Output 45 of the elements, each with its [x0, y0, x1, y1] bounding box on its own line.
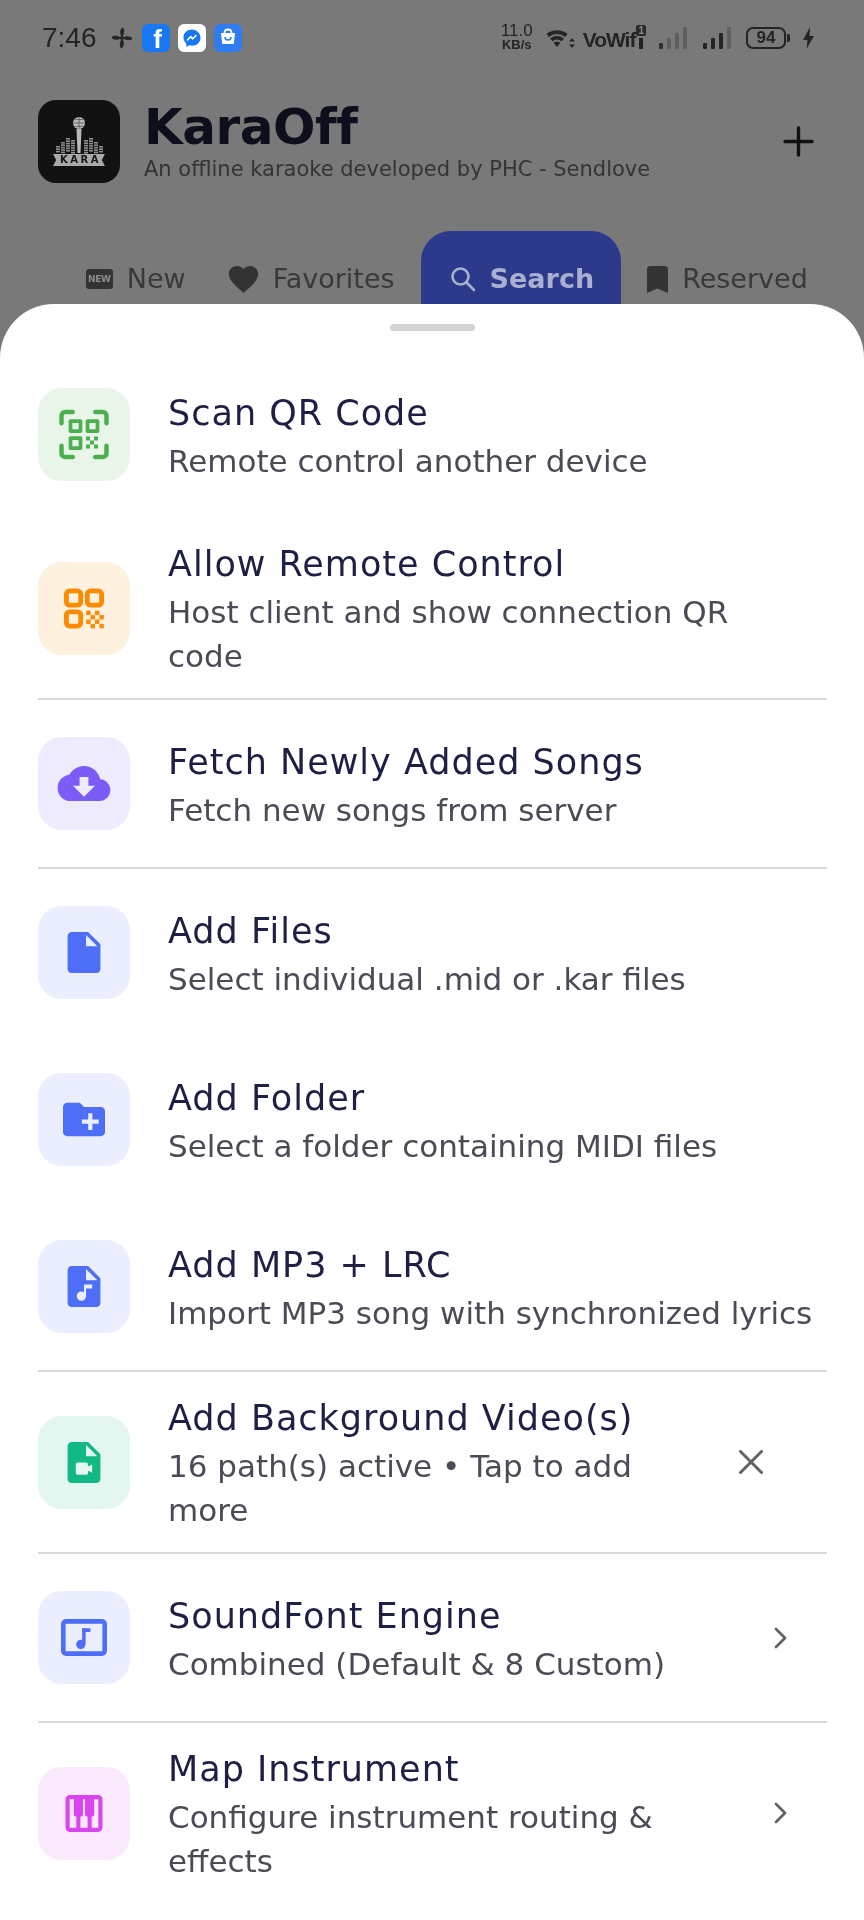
- menu-item-title: Add MP3 + LRC: [168, 1243, 453, 1287]
- menu-item-description: Select a folder containing MIDI files: [168, 1126, 719, 1166]
- menu-item-title: Fetch Newly Added Songs: [168, 740, 645, 784]
- menu-item-description: Configure instrument routing & effects: [168, 1798, 654, 1881]
- close-icon[interactable]: [739, 1450, 763, 1474]
- menu-item-title: Allow Remote Control: [168, 543, 567, 586]
- network-speed-unit: KB/s: [501, 38, 532, 52]
- menu-item-description: Import MP3 song with synchronized lyrics: [168, 1293, 814, 1333]
- network-speed-value: 11.0: [500, 24, 533, 38]
- menu-item-description: Host client and show connection QR code: [168, 593, 730, 676]
- tab[interactable]: Favorites: [211, 231, 411, 304]
- signal-icon: [702, 27, 734, 49]
- tab[interactable]: Reserved: [631, 231, 824, 304]
- menu-item-title: SoundFont Engine: [168, 1594, 503, 1638]
- fan-icon: [109, 26, 134, 50]
- menu-item-description: Combined (Default & 8 Custom): [168, 1644, 667, 1684]
- drag-handle[interactable]: [389, 324, 475, 331]
- clock-time: 7:46: [42, 22, 97, 54]
- wifi-calling-label: VoWif: [582, 27, 636, 52]
- logo-label: KARA: [53, 154, 105, 166]
- chat-app-icon: [177, 24, 206, 52]
- menu-item-description: Select individual .mid or .kar files: [168, 959, 687, 999]
- bag-app-icon: [213, 24, 242, 52]
- signal-icon: [658, 27, 690, 49]
- menu-item-description: Fetch new songs from server: [168, 790, 618, 830]
- app-subtitle: An offline karaoke developed by PHC - Sendlove: [144, 156, 651, 183]
- charging-icon: [802, 27, 815, 49]
- tab[interactable]: Search: [420, 231, 622, 304]
- new-badge: NEW: [86, 269, 113, 289]
- menu-item-description: Remote control another device: [168, 441, 649, 481]
- search-icon: [449, 266, 476, 292]
- menu-item-title: Scan QR Code: [168, 391, 430, 435]
- letter-app-icon: f: [141, 24, 170, 52]
- app-title: KaraOff: [144, 99, 360, 155]
- menu-item-title: Add Background Video(s): [168, 1397, 635, 1440]
- tab[interactable]: NEW New: [70, 231, 202, 304]
- heart-icon: [227, 265, 259, 293]
- microphone-icon: [54, 116, 104, 154]
- add-icon[interactable]: [783, 125, 814, 157]
- bookmark-icon: [647, 265, 669, 293]
- sim-slot-badge: 1: [636, 24, 646, 36]
- menu-item-title: Map Instrument: [168, 1748, 461, 1791]
- menu-item-title: Add Files: [168, 909, 334, 953]
- menu-item-description: 16 path(s) active • Tap to add more: [168, 1447, 633, 1530]
- menu-item-title: Add Folder: [168, 1076, 367, 1120]
